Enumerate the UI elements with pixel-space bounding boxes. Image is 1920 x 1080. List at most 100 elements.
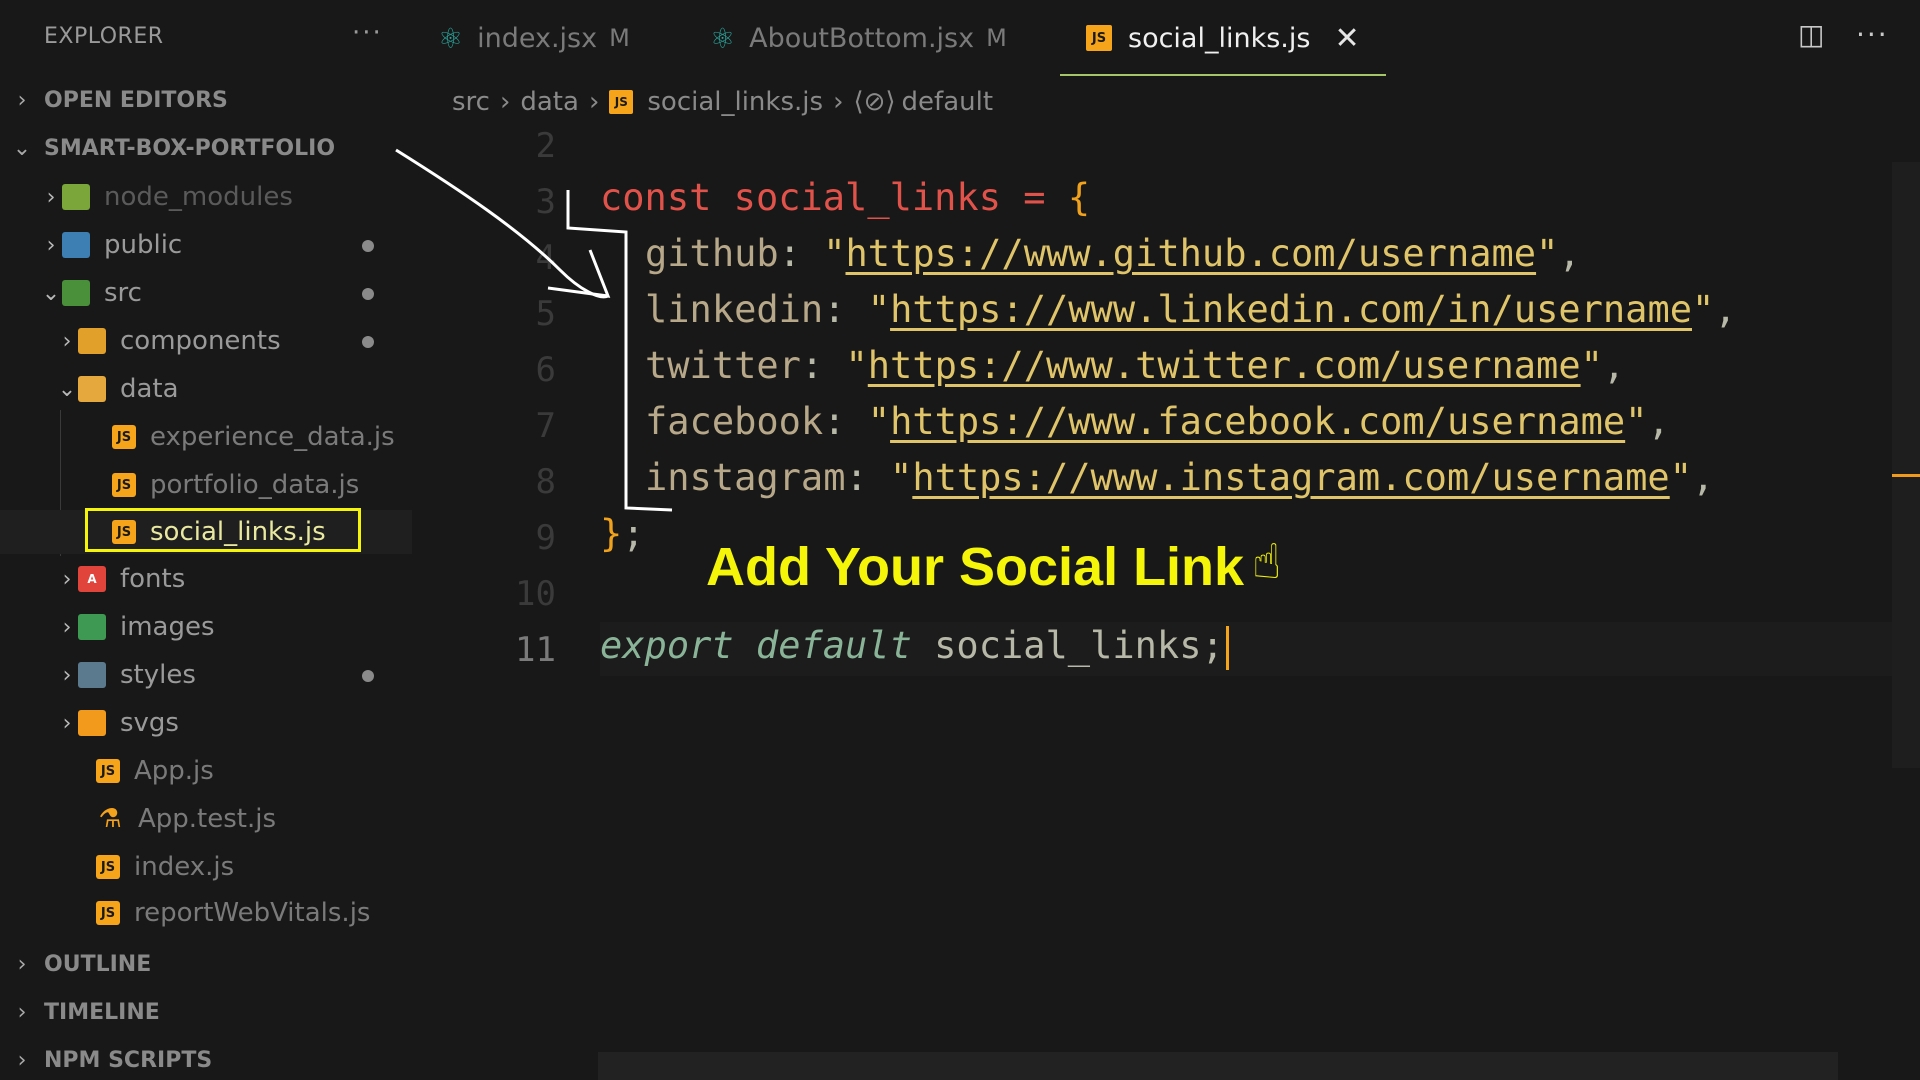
tree-item-node-modules[interactable]: › node_modules [0, 174, 412, 220]
tree-item-label: App.test.js [138, 804, 277, 834]
code-string: https://www.linkedin.com/in/username [890, 288, 1692, 331]
tree-item-fonts[interactable]: › A fonts [0, 556, 412, 602]
tree-item-images[interactable]: › images [0, 604, 412, 650]
chevron-down-icon: ⌄ [12, 135, 32, 161]
line-number: 11 [515, 630, 556, 670]
js-file-icon: JS [112, 473, 136, 497]
tree-item-index-js[interactable]: JS index.js [0, 844, 412, 890]
section-project[interactable]: ⌄ SMART-BOX-PORTFOLIO [0, 128, 412, 168]
code-token: github [645, 232, 779, 275]
tree-item-components[interactable]: › components [0, 318, 412, 364]
tree-item-data[interactable]: ⌄ data [0, 366, 412, 412]
folder-public-icon [62, 232, 90, 258]
breadcrumb-file[interactable]: social_links.js [647, 87, 823, 117]
line-number: 3 [535, 182, 556, 222]
tree-item-label: App.js [134, 756, 214, 786]
more-actions-icon[interactable]: ··· [352, 18, 383, 48]
tree-item-label: public [104, 230, 183, 260]
line-number: 8 [535, 462, 556, 502]
section-label: TIMELINE [44, 999, 160, 1025]
modified-dot [362, 240, 374, 252]
chevron-right-icon: › [17, 951, 27, 977]
explorer-title: EXPLORER [44, 24, 164, 49]
chevron-right-icon: › [46, 232, 56, 258]
symbol-icon: ⟨⊘⟩ [853, 87, 896, 117]
folder-images-icon [78, 614, 106, 640]
react-icon: ⚛ [438, 21, 464, 55]
line-number: 5 [535, 294, 556, 334]
tree-item-styles[interactable]: › styles [0, 652, 412, 698]
modified-dot [362, 288, 374, 300]
split-editor-icon[interactable]: ◫ [1798, 18, 1824, 51]
section-open-editors[interactable]: › OPEN EDITORS [0, 80, 412, 120]
line-number: 9 [535, 518, 556, 558]
modified-dot [362, 670, 374, 682]
tree-item-src[interactable]: ⌄ src [0, 270, 412, 316]
line-number: 4 [535, 238, 556, 278]
folder-styles-icon [78, 662, 106, 688]
tree-item-label: components [120, 326, 281, 356]
line-number: 2 [535, 126, 556, 166]
tree-item-label: data [120, 374, 179, 404]
code-line-4: github: "https://www.github.com/username… [645, 232, 1581, 275]
tree-item-portfolio-data[interactable]: JS portfolio_data.js [0, 462, 412, 508]
code-string: https://www.facebook.com/username [890, 400, 1626, 443]
tree-item-label: reportWebVitals.js [134, 898, 371, 928]
chevron-right-icon: › [62, 710, 72, 736]
code-line-3: const social_links = { [600, 176, 1090, 219]
tree-item-app-test[interactable]: ⚗ App.test.js [0, 796, 412, 842]
code-string: https://www.github.com/username [845, 232, 1537, 275]
line-number: 10 [515, 574, 556, 614]
tree-item-label: experience_data.js [150, 422, 395, 452]
section-outline[interactable]: › OUTLINE [0, 944, 412, 984]
text-cursor [1225, 625, 1229, 670]
breadcrumb-symbol[interactable]: default [902, 87, 993, 117]
code-line-5: linkedin: "https://www.linkedin.com/in/u… [645, 288, 1737, 331]
chevron-right-icon: › [62, 662, 72, 688]
tree-item-app-js[interactable]: JS App.js [0, 748, 412, 794]
tree-item-svgs[interactable]: › svgs [0, 700, 412, 746]
more-actions-icon[interactable]: ··· [1856, 18, 1889, 51]
code-token: = [1023, 176, 1046, 219]
tree-item-public[interactable]: › public [0, 222, 412, 268]
tab-label: index.jsx [477, 22, 598, 54]
breadcrumb-src[interactable]: src [452, 87, 490, 117]
chevron-right-icon: › [46, 184, 56, 210]
tree-item-experience-data[interactable]: JS experience_data.js [0, 414, 412, 460]
section-npm-scripts[interactable]: › NPM SCRIPTS [0, 1040, 412, 1080]
annotation-label: Add Your Social Link [706, 537, 1245, 597]
tab-social-links[interactable]: JS social_links.js ✕ [1060, 0, 1386, 76]
folder-fonts-icon: A [78, 566, 106, 592]
code-string: https://www.twitter.com/username [867, 344, 1581, 387]
tab-label: AboutBottom.jsx [749, 22, 975, 54]
tree-item-label: portfolio_data.js [150, 470, 360, 500]
explorer-sidebar: EXPLORER ··· › OPEN EDITORS ⌄ SMART-BOX-… [0, 0, 412, 1080]
tree-item-label: node_modules [104, 182, 293, 212]
tab-about-bottom[interactable]: ⚛ AboutBottom.jsx M [710, 0, 1007, 76]
tab-bar: ⚛ index.jsx M ⚛ AboutBottom.jsx M JS soc… [412, 0, 1920, 76]
breadcrumb-data[interactable]: data [520, 87, 579, 117]
code-token: linkedin [645, 288, 824, 331]
folder-svgs-icon [78, 710, 106, 736]
tab-index-jsx[interactable]: ⚛ index.jsx M [438, 0, 630, 76]
chevron-right-icon: › [17, 87, 27, 113]
close-icon[interactable]: ✕ [1334, 21, 1359, 56]
section-timeline[interactable]: › TIMELINE [0, 992, 412, 1032]
flask-icon: ⚗ [98, 804, 122, 834]
code-token: twitter [645, 344, 801, 387]
minimap[interactable] [1892, 162, 1920, 768]
code-token: { [1067, 176, 1091, 219]
modified-dot [362, 336, 374, 348]
code-line-9: }; [600, 512, 645, 555]
code-token: instagram [645, 456, 846, 499]
folder-data-icon [78, 376, 106, 402]
code-editor[interactable]: 2 3 4 5 6 7 8 9 10 11 const social_links… [412, 126, 1920, 1080]
highlight-box [85, 508, 361, 552]
js-file-icon: JS [96, 855, 120, 879]
section-label: SMART-BOX-PORTFOLIO [44, 135, 336, 161]
tree-item-report-web-vitals[interactable]: JS reportWebVitals.js [0, 890, 412, 936]
pointing-hand-icon: ☝ [1252, 534, 1282, 590]
chevron-right-icon: › [833, 87, 844, 117]
horizontal-scrollbar[interactable] [598, 1052, 1838, 1080]
tree-item-label: svgs [120, 708, 179, 738]
